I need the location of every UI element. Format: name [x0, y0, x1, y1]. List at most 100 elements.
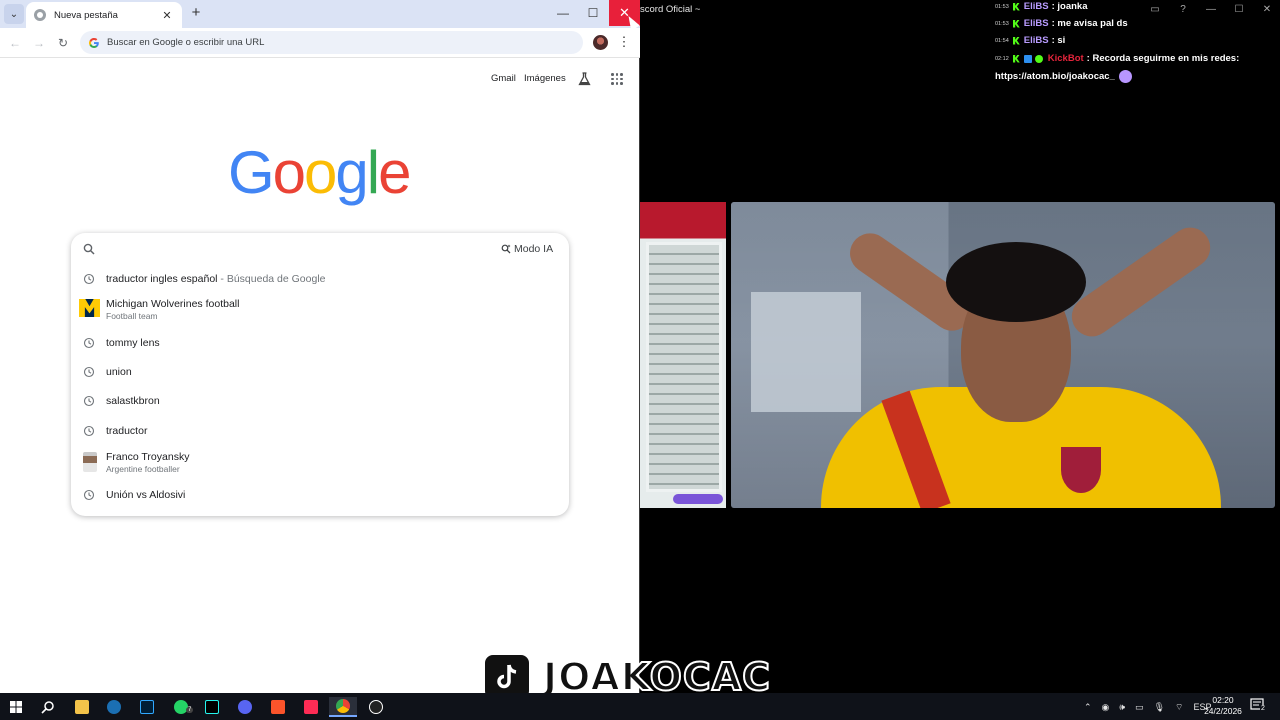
gmail-link[interactable]: Gmail [491, 73, 516, 87]
logo-letter: o [304, 139, 337, 206]
suggestion-item[interactable]: traductor [71, 418, 569, 444]
taskbar-brave[interactable] [264, 697, 292, 717]
background-window-controls: ▭ ? — ☐ ✕ [1148, 4, 1274, 18]
notification-count: 2 [1260, 705, 1266, 712]
new-tab-button[interactable]: + [188, 5, 204, 21]
tiktok-studio-icon [304, 700, 318, 714]
suggestion-text: traductor ingles español - Búsqueda de G… [106, 273, 326, 285]
google-apps-icon[interactable] [611, 73, 623, 85]
chrome-menu-icon[interactable]: ⋮ [617, 34, 631, 50]
labs-flask-icon[interactable] [578, 72, 591, 86]
whatsapp-badge: 7 [186, 707, 194, 713]
help-icon[interactable]: ? [1176, 4, 1190, 18]
history-icon [83, 395, 95, 407]
suggestion-item[interactable]: salastkbron [71, 388, 569, 414]
browser-toolbar: ← → ↻ Buscar en Google o escribir una UR… [0, 28, 640, 58]
taskbar-steam[interactable] [100, 697, 128, 717]
bot-badge-icon [1023, 54, 1032, 63]
logo-letter: o [272, 139, 306, 206]
logo-letter: e [378, 139, 411, 206]
suggestion-text: tommy lens [106, 337, 160, 349]
minimize-button[interactable]: — [548, 0, 578, 26]
suggestion-item[interactable]: Michigan Wolverines football Football te… [71, 296, 569, 322]
tab-new-tab[interactable]: Nueva pestaña ✕ [26, 2, 182, 28]
ai-mode-button[interactable]: Modo IA [495, 239, 559, 259]
taskbar-obs[interactable] [362, 697, 390, 717]
chat-message: 02:12 KickBot : Recorda seguirme en mis … [995, 53, 1239, 64]
google-g-icon [88, 37, 99, 48]
start-button[interactable] [2, 697, 30, 717]
chat-message: 01:54 EliBS : si [995, 35, 1065, 46]
chat-username: EliBS [1023, 18, 1049, 29]
tab-search-button[interactable]: ⌄ [4, 4, 24, 24]
suggestion-item[interactable]: traductor ingles español - Búsqueda de G… [71, 266, 569, 292]
tab-title: Nueva pestaña [54, 9, 118, 21]
system-tray: ⌃ ◉ 🕪 ▭ 🎙 ⌔ ESP [1084, 700, 1212, 714]
taskbar-tiktok[interactable] [198, 697, 226, 717]
person-thumbnail [83, 452, 97, 472]
taskbar-chrome[interactable] [329, 697, 357, 717]
images-link[interactable]: Imágenes [524, 73, 566, 87]
window-close-icon[interactable]: ✕ [1260, 4, 1274, 18]
taskbar-file-explorer[interactable] [68, 697, 96, 717]
suggestion-item[interactable]: union [71, 359, 569, 385]
kick-badge-icon [1012, 36, 1020, 45]
taskbar-photoshop[interactable] [133, 697, 161, 717]
cast-icon[interactable]: ▭ [1148, 4, 1162, 18]
emote-icon [1118, 70, 1132, 83]
chat-time: 01:53 [995, 3, 1009, 10]
taskbar-search-button[interactable] [34, 697, 62, 717]
windows-logo-icon [10, 701, 22, 713]
tray-expand-icon[interactable]: ⌃ [1084, 702, 1092, 713]
suggestion-text: traductor [106, 425, 148, 437]
taskbar-tiktok-live[interactable] [297, 697, 325, 717]
network-icon[interactable]: ▭ [1135, 702, 1144, 713]
chat-username: EliBS [1023, 35, 1049, 46]
desktop-screen: ⌄ Nueva pestaña ✕ + — ☐ ✕ ← → ↻ Buscar e… [0, 0, 1280, 720]
fc-barcelona-crest-icon [1061, 447, 1101, 493]
discord-icon [238, 700, 252, 714]
logo-letter: l [366, 139, 380, 206]
verified-badge-icon [1034, 54, 1043, 63]
tray-app-icon[interactable]: ◉ [1102, 702, 1110, 713]
kick-badge-icon [1012, 54, 1020, 63]
chat-time: 02:12 [995, 55, 1009, 62]
taskbar-clock[interactable]: 02:20 24/2/2026 [1200, 695, 1246, 717]
notification-center-button[interactable]: 2 [1250, 698, 1268, 714]
history-icon [83, 489, 95, 501]
webcam-feed [731, 202, 1275, 508]
window-maximize-icon[interactable]: ☐ [1232, 4, 1246, 18]
google-logo: Google [228, 138, 412, 207]
volume-icon[interactable]: 🕪 [1119, 702, 1125, 713]
wifi-icon[interactable]: ⌔ [1175, 702, 1183, 713]
tab-close-icon[interactable]: ✕ [160, 9, 174, 22]
back-button[interactable]: ← [6, 34, 24, 52]
brave-icon [271, 700, 285, 714]
suggestion-item[interactable]: tommy lens [71, 330, 569, 356]
chat-username: KickBot [1047, 53, 1084, 64]
chat-link: https://atom.bio/joakocac_ [995, 71, 1115, 83]
maximize-button[interactable]: ☐ [578, 0, 608, 26]
chat-text: : me avisa pal ds [1051, 18, 1128, 29]
chat-text: : Recorda seguirme en mis redes: [1086, 53, 1240, 64]
photoshop-icon [140, 700, 154, 714]
obs-icon [369, 700, 383, 714]
address-bar[interactable]: Buscar en Google o escribir una URL [80, 31, 583, 54]
taskbar-discord[interactable] [231, 697, 259, 717]
suggestion-item[interactable]: Unión vs Aldosivi [71, 482, 569, 508]
suggestion-text: Unión vs Aldosivi [106, 489, 186, 501]
suggestion-item[interactable]: Franco Troyansky Argentine footballer [71, 449, 569, 475]
taskbar-whatsapp[interactable]: 7 [167, 697, 195, 717]
suggestion-text: salastkbron [106, 395, 160, 407]
window-minimize-icon[interactable]: — [1204, 4, 1218, 18]
profile-avatar[interactable] [593, 35, 608, 50]
microphone-icon[interactable]: 🎙 [1154, 702, 1165, 713]
history-icon [83, 337, 95, 349]
forward-button[interactable]: → [30, 34, 48, 52]
search-icon [41, 701, 54, 714]
webcam-shelf [751, 292, 861, 412]
reload-button[interactable]: ↻ [54, 34, 72, 52]
search-icon [83, 243, 95, 255]
search-input[interactable]: Modo IA [71, 233, 569, 265]
chat-username: EliBS [1023, 1, 1049, 12]
